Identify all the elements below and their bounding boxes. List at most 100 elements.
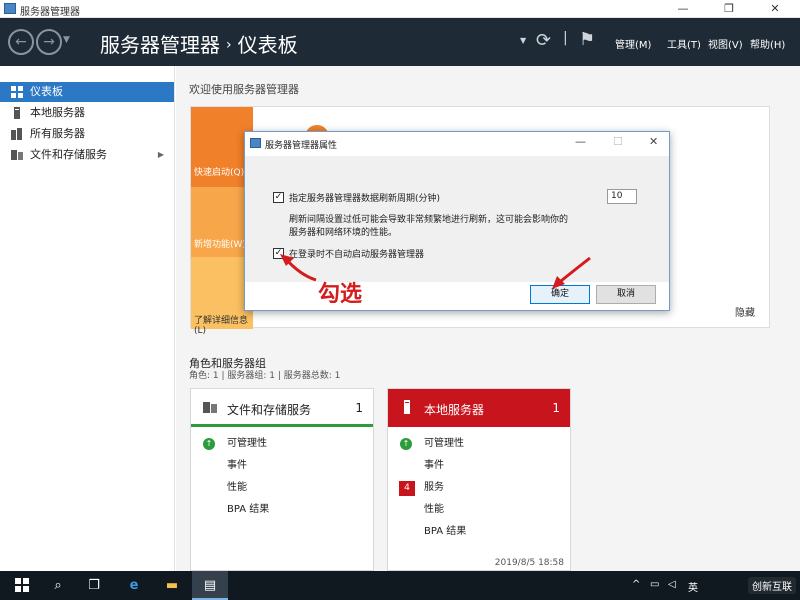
cancel-button[interactable]: 取消 [596, 285, 656, 304]
role-card-local-server[interactable]: 本地服务器 1 ↑ 可管理性 事件 4 服务 性能 BPA 结果 2019/8/… [387, 388, 571, 571]
menu-tools[interactable]: 工具(T) [667, 36, 701, 51]
refresh-note-line1: 刷新间隔设置过低可能会导致非常频繁地进行刷新，这可能会影响你的 [289, 215, 569, 225]
sidebar-item-label: 所有服务器 [30, 127, 85, 140]
card-row-events[interactable]: 事件 [388, 455, 570, 477]
menu-view[interactable]: 视图(V) [708, 36, 743, 51]
card-row-performance[interactable]: 性能 [191, 477, 373, 499]
whats-new-label: 新增功能(W) [194, 240, 246, 250]
notifications-flag-icon[interactable]: ⚑ [579, 29, 595, 50]
card-header: 本地服务器 1 [388, 389, 570, 427]
sidebar-item-dashboard[interactable]: 仪表板 [0, 82, 174, 102]
card-row-services[interactable]: 4 服务 [388, 477, 570, 499]
search-icon[interactable]: ⌕ [40, 571, 76, 600]
role-card-file-storage[interactable]: 文件和存储服务 1 ↑ 可管理性 事件 性能 BPA 结果 [190, 388, 374, 571]
card-row-bpa[interactable]: BPA 结果 [388, 521, 570, 543]
menu-help[interactable]: 帮助(H) [750, 36, 785, 51]
row-label: 服务 [424, 482, 444, 493]
close-window-button[interactable]: ✕ [752, 0, 798, 18]
card-row-manageability[interactable]: ↑ 可管理性 [191, 433, 373, 455]
card-row-manageability[interactable]: ↑ 可管理性 [388, 433, 570, 455]
server-icon [14, 107, 20, 119]
annotation-label: 勾选 [318, 282, 363, 307]
sidebar-item-label: 仪表板 [30, 85, 63, 98]
no-autostart-label: 在登录时不自动启动服务器管理器 [289, 250, 425, 260]
file-explorer-icon[interactable]: ▬ [154, 571, 190, 600]
card-row-bpa[interactable]: BPA 结果 [191, 499, 373, 521]
server-manager-taskbar-icon[interactable]: ▤ [192, 571, 228, 600]
ok-arrow-icon: ↑ [400, 438, 412, 450]
breadcrumb-app: 服务器管理器 [100, 33, 220, 57]
welcome-title: 欢迎使用服务器管理器 [189, 83, 299, 96]
ok-button[interactable]: 确定 [530, 285, 590, 304]
card-title: 文件和存储服务 [227, 403, 312, 417]
dialog-titlebar: 服务器管理器属性 — ☐ ✕ [245, 132, 669, 156]
dialog-title: 服务器管理器属性 [265, 141, 338, 151]
dropdown-icon[interactable]: ▼ [520, 36, 526, 45]
refresh-period-label: 指定服务器管理器数据刷新周期(分钟) [289, 194, 441, 204]
breadcrumb-page: 仪表板 [237, 33, 298, 57]
window-titlebar: 服务器管理器 — ❐ ✕ [0, 0, 800, 18]
refresh-note-line2: 服务器和网络环境的性能。 [289, 228, 398, 238]
card-title: 本地服务器 [424, 403, 485, 417]
network-icon[interactable]: ▭ [650, 579, 659, 590]
dialog-minimize-button[interactable]: — [575, 135, 586, 148]
no-autostart-checkbox[interactable]: ✓ [273, 248, 284, 259]
card-count: 1 [552, 401, 560, 415]
alert-count-badge: 4 [399, 481, 415, 496]
input-method-indicator[interactable]: 英 [688, 579, 698, 594]
volume-icon[interactable]: ◁ [668, 579, 676, 590]
row-label: 可管理性 [227, 438, 267, 449]
dialog-close-button[interactable]: ✕ [649, 135, 658, 148]
menu-manage[interactable]: 管理(M) [615, 36, 651, 51]
properties-dialog: 服务器管理器属性 — ☐ ✕ ✓ 指定服务器管理器数据刷新周期(分钟) 10 刷… [244, 131, 670, 311]
task-view-icon[interactable]: ❐ [76, 571, 112, 600]
taskbar: ⌕ ❐ e ▬ ▤ ^ ▭ ◁ 英 创新互联 [0, 571, 800, 600]
card-row-performance[interactable]: 性能 [388, 499, 570, 521]
window-title: 服务器管理器 [20, 7, 80, 18]
row-label: 可管理性 [424, 438, 464, 449]
minimize-button[interactable]: — [660, 0, 706, 18]
card-count: 1 [355, 401, 363, 415]
expand-arrow-icon[interactable]: ▶ [158, 145, 164, 165]
refresh-period-input[interactable]: 10 [607, 189, 637, 204]
sidebar: 仪表板 本地服务器 所有服务器 文件和存储服务 ▶ [0, 66, 175, 571]
servers-icon [11, 128, 22, 140]
storage-icon [203, 402, 217, 413]
sidebar-item-file-storage[interactable]: 文件和存储服务 ▶ [0, 145, 174, 165]
ok-arrow-icon: ↑ [203, 438, 215, 450]
history-dropdown-icon[interactable]: ▼ [63, 35, 70, 45]
refresh-period-checkbox[interactable]: ✓ [273, 192, 284, 203]
hide-link[interactable]: 隐藏 [735, 304, 755, 319]
sidebar-item-all-servers[interactable]: 所有服务器 [0, 124, 174, 144]
row-label: 事件 [227, 460, 247, 471]
card-timestamp: 2019/8/5 18:58 [494, 558, 564, 568]
card-header: 文件和存储服务 1 [191, 389, 373, 427]
tray-overflow-icon[interactable]: ^ [632, 579, 640, 590]
watermark-logo: 创新互联 [748, 577, 796, 594]
breadcrumb-separator: › [226, 37, 232, 53]
row-label: 性能 [227, 482, 247, 493]
start-windows-icon[interactable] [4, 571, 40, 600]
maximize-button[interactable]: ❐ [706, 0, 752, 18]
breadcrumb: 服务器管理器 › 仪表板 [100, 29, 298, 58]
dialog-maximize-button: ☐ [613, 135, 623, 148]
row-label: BPA 结果 [227, 504, 270, 515]
row-label: BPA 结果 [424, 526, 467, 537]
back-arrow-icon[interactable]: ← [8, 29, 34, 55]
server-icon [404, 400, 410, 414]
sidebar-item-local-server[interactable]: 本地服务器 [0, 103, 174, 123]
quick-start-label: 快速启动(Q) [194, 168, 245, 178]
row-label: 性能 [424, 504, 444, 515]
divider-bar: | [563, 30, 568, 46]
card-row-events[interactable]: 事件 [191, 455, 373, 477]
forward-arrow-icon[interactable]: → [36, 29, 62, 55]
windows-logo-icon [15, 578, 29, 592]
storage-icon [11, 150, 23, 160]
learn-more-label: 了解详细信息(L) [194, 316, 249, 336]
internet-explorer-icon[interactable]: e [116, 571, 152, 600]
app-header: ← → ▼ 服务器管理器 › 仪表板 ▼ ⟳ | ⚑ 管理(M) 工具(T) 视图(… [0, 18, 800, 66]
refresh-icon[interactable]: ⟳ [536, 30, 551, 51]
sidebar-item-label: 本地服务器 [30, 106, 85, 119]
dashboard-grid-icon [11, 86, 23, 98]
dialog-body: ✓ 指定服务器管理器数据刷新周期(分钟) 10 刷新间隔设置过低可能会导致非常频… [245, 156, 669, 282]
